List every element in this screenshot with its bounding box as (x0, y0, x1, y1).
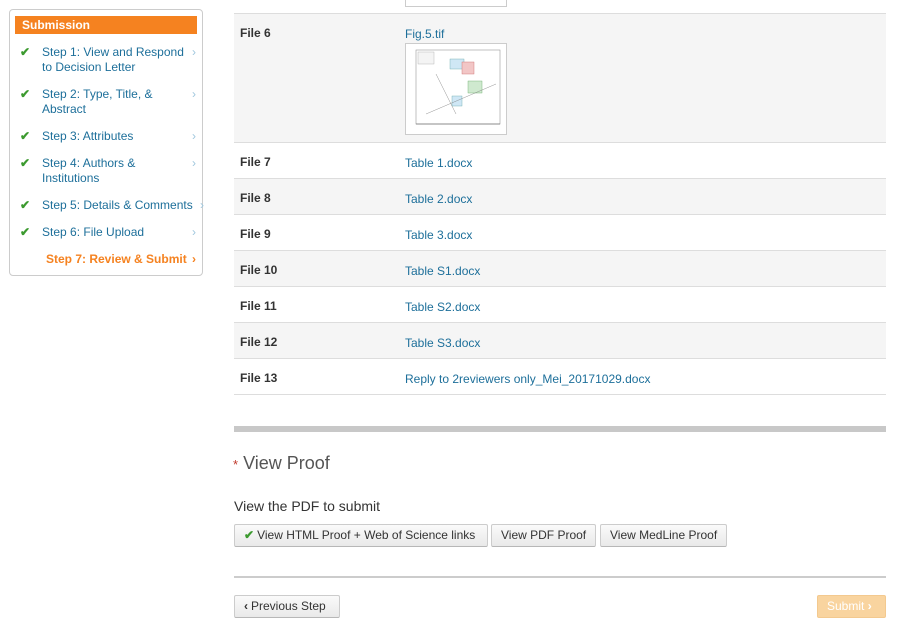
file-link[interactable]: Table S1.docx (405, 264, 480, 278)
required-marker: * (233, 457, 239, 472)
sidebar-step-label[interactable]: Step 2: Type, Title, & Abstract (42, 87, 162, 117)
chevron-left-icon: ‹ (244, 599, 248, 613)
button-label: View MedLine Proof (610, 528, 718, 542)
button-label: View PDF Proof (501, 528, 587, 542)
view-proof-heading: * View Proof (233, 453, 330, 474)
sidebar-step-label[interactable]: Step 4: Authors & Institutions (42, 156, 152, 186)
sidebar-step-label[interactable]: Step 1: View and Respond to Decision Let… (42, 45, 192, 75)
submission-sidebar: Submission ✔ Step 1: View and Respond to… (9, 9, 204, 276)
file-link[interactable]: Table 3.docx (405, 228, 472, 242)
button-label: View HTML Proof + Web of Science links (257, 528, 476, 542)
submit-button[interactable]: Submit › (817, 595, 886, 618)
table-row: File 9 Table 3.docx (234, 215, 886, 251)
chevron-right-icon: › (200, 198, 204, 212)
sidebar-title: Submission (15, 16, 197, 34)
file-link[interactable]: Table 1.docx (405, 156, 472, 170)
file-label: File 13 (240, 371, 278, 385)
table-row: File 10 Table S1.docx (234, 251, 886, 287)
check-icon: ✔ (20, 198, 31, 212)
file-link[interactable]: Table 2.docx (405, 192, 472, 206)
file-label: File 11 (240, 299, 277, 313)
sidebar-step-label[interactable]: Step 7: Review & Submit (46, 252, 196, 267)
sidebar-step-label[interactable]: Step 3: Attributes (42, 129, 192, 144)
file-label: File 6 (240, 26, 271, 40)
file-label: File 8 (240, 191, 271, 205)
file-label: File 9 (240, 227, 271, 241)
view-html-proof-button[interactable]: ✔ View HTML Proof + Web of Science links (234, 524, 488, 547)
file-link[interactable]: Table S2.docx (405, 300, 480, 314)
file-label: File 7 (240, 155, 271, 169)
chevron-right-icon: › (192, 45, 196, 59)
file-label: File 10 (240, 263, 278, 277)
button-label: Submit (827, 599, 865, 613)
file-thumbnail[interactable] (405, 43, 507, 135)
table-row: File 12 Table S3.docx (234, 323, 886, 359)
chevron-right-icon: › (192, 225, 196, 239)
view-pdf-proof-button[interactable]: View PDF Proof (491, 524, 596, 547)
table-row: File 7 Table 1.docx (234, 143, 886, 179)
file-link[interactable]: Table S3.docx (405, 336, 480, 350)
view-proof-title: View Proof (243, 453, 330, 473)
footer-divider (234, 576, 886, 578)
check-icon: ✔ (20, 225, 31, 239)
sidebar-step-label[interactable]: Step 6: File Upload (42, 225, 192, 240)
view-proof-subtitle: View the PDF to submit (234, 498, 381, 514)
check-icon: ✔ (20, 45, 31, 59)
button-label: Previous Step (251, 599, 326, 613)
check-icon: ✔ (244, 528, 255, 542)
table-row: File 11 Table S2.docx (234, 287, 886, 323)
check-icon: ✔ (20, 156, 31, 170)
chevron-right-icon: › (192, 129, 196, 143)
file-link[interactable]: Fig.5.tif (405, 27, 444, 41)
table-row: File 6 Fig.5.tif (234, 14, 886, 143)
file-thumbnail[interactable] (405, 0, 507, 7)
view-medline-proof-button[interactable]: View MedLine Proof (600, 524, 727, 547)
chevron-right-icon: › (867, 599, 872, 613)
chevron-right-icon: › (192, 87, 196, 101)
figure-preview-icon (415, 49, 501, 125)
table-row: File 13 Reply to 2reviewers only_Mei_201… (234, 359, 886, 395)
file-label: File 12 (240, 335, 278, 349)
file-link[interactable]: Reply to 2reviewers only_Mei_20171029.do… (405, 372, 650, 386)
chevron-right-icon: › (192, 252, 196, 266)
sidebar-step-label[interactable]: Step 5: Details & Comments (42, 198, 202, 213)
check-icon: ✔ (20, 87, 31, 101)
check-icon: ✔ (20, 129, 31, 143)
section-divider (234, 426, 886, 432)
chevron-right-icon: › (192, 156, 196, 170)
previous-step-button[interactable]: ‹ Previous Step (234, 595, 340, 618)
table-row: File 8 Table 2.docx (234, 179, 886, 215)
